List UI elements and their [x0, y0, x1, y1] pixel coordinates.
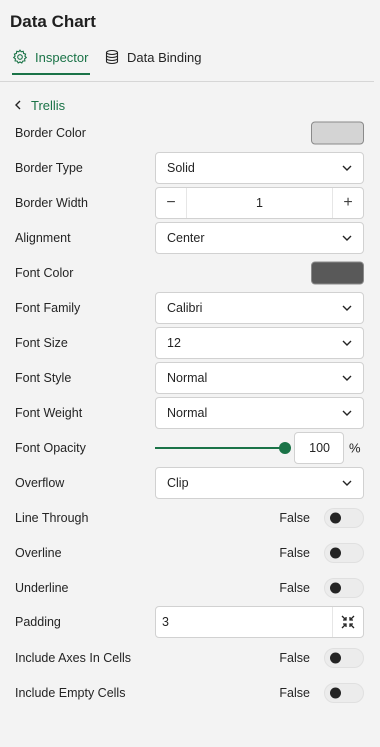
include-axes-in-cells-label: Include Axes In Cells — [15, 651, 132, 665]
panel-title: Data Chart — [10, 12, 96, 31]
underline-label: Underline — [15, 581, 69, 595]
font-opacity-label: Font Opacity — [15, 441, 86, 455]
border-width-input[interactable]: 1 — [187, 188, 332, 218]
font-size-value: 12 — [167, 336, 181, 350]
font-family-select[interactable]: Calibri — [155, 292, 364, 324]
include-empty-cells-state: False — [279, 686, 310, 700]
underline-state: False — [279, 581, 310, 595]
padding-value: 3 — [162, 615, 169, 629]
chevron-down-icon — [342, 480, 352, 486]
line-through-state: False — [279, 511, 310, 525]
include-axes-in-cells-toggle[interactable] — [324, 648, 364, 668]
font-style-select[interactable]: Normal — [155, 362, 364, 394]
row-border-type: Border Type Solid — [0, 152, 374, 184]
tab-inspector[interactable]: Inspector — [12, 40, 90, 75]
chevron-down-icon — [342, 305, 352, 311]
toggle-knob — [330, 547, 341, 559]
font-family-value: Calibri — [167, 301, 203, 315]
row-alignment: Alignment Center — [0, 222, 374, 254]
row-border-color: Border Color — [0, 117, 374, 149]
back-to-trellis-link[interactable]: Trellis — [14, 96, 65, 114]
row-font-opacity: Font Opacity 100 % — [0, 432, 374, 464]
tab-data-binding[interactable]: Data Binding — [104, 40, 201, 74]
font-weight-label: Font Weight — [15, 406, 83, 420]
alignment-select[interactable]: Center — [155, 222, 364, 254]
row-border-width: Border Width − 1 + — [0, 187, 374, 219]
tab-inspector-label: Inspector — [35, 49, 89, 65]
padding-collapse-button[interactable] — [332, 607, 363, 637]
chevron-down-icon — [342, 410, 352, 416]
font-weight-value: Normal — [167, 406, 208, 420]
row-include-axes-in-cells: Include Axes In Cells False — [0, 642, 374, 674]
row-overline: Overline False — [0, 537, 374, 569]
chevron-down-icon — [342, 340, 352, 346]
alignment-value: Center — [167, 231, 205, 245]
line-through-label: Line Through — [15, 511, 89, 525]
tab-data-binding-label: Data Binding — [127, 49, 202, 65]
row-overflow: Overflow Clip — [0, 467, 374, 499]
overline-state: False — [279, 546, 310, 560]
font-size-select[interactable]: 12 — [155, 327, 364, 359]
border-width-stepper: − 1 + — [155, 187, 364, 219]
font-color-label: Font Color — [15, 266, 74, 280]
tab-bar: Inspector Data Binding — [0, 40, 374, 82]
overflow-label: Overflow — [15, 476, 65, 490]
font-opacity-slider-track[interactable] — [155, 447, 286, 449]
row-font-family: Font Family Calibri — [0, 292, 374, 324]
toggle-knob — [330, 512, 341, 524]
toggle-knob — [330, 582, 341, 594]
toggle-knob — [330, 652, 341, 664]
include-empty-cells-toggle[interactable] — [324, 683, 364, 703]
border-type-value: Solid — [167, 161, 195, 175]
chevron-down-icon — [342, 375, 352, 381]
chevron-down-icon — [342, 165, 352, 171]
include-empty-cells-label: Include Empty Cells — [15, 686, 126, 700]
padding-input[interactable]: 3 — [155, 606, 364, 638]
include-axes-in-cells-state: False — [279, 651, 310, 665]
row-font-style: Font Style Normal — [0, 362, 374, 394]
font-style-label: Font Style — [15, 371, 72, 385]
border-type-select[interactable]: Solid — [155, 152, 364, 184]
font-color-swatch[interactable] — [311, 261, 364, 285]
collapse-arrows-icon — [341, 615, 355, 629]
row-line-through: Line Through False — [0, 502, 374, 534]
font-opacity-input[interactable]: 100 — [294, 432, 344, 464]
row-font-color: Font Color — [0, 257, 374, 289]
border-color-label: Border Color — [15, 126, 86, 140]
underline-toggle[interactable] — [324, 578, 364, 598]
row-font-weight: Font Weight Normal — [0, 397, 374, 429]
breadcrumb-label: Trellis — [31, 97, 66, 113]
font-opacity-slider-thumb[interactable] — [279, 442, 291, 454]
row-padding: Padding 3 — [0, 606, 374, 638]
alignment-label: Alignment — [15, 231, 71, 245]
overline-toggle[interactable] — [324, 543, 364, 563]
decrement-button[interactable]: − — [156, 188, 187, 218]
toggle-knob — [330, 687, 341, 699]
font-size-label: Font Size — [15, 336, 68, 350]
chevron-left-icon — [14, 98, 22, 113]
chevron-down-icon — [342, 235, 352, 241]
row-include-empty-cells: Include Empty Cells False — [0, 677, 374, 709]
padding-label: Padding — [15, 615, 61, 629]
border-type-label: Border Type — [15, 161, 83, 175]
row-underline: Underline False — [0, 572, 374, 604]
font-family-label: Font Family — [15, 301, 81, 315]
overflow-select[interactable]: Clip — [155, 467, 364, 499]
border-color-swatch[interactable] — [311, 121, 364, 145]
gear-icon — [12, 49, 28, 65]
overline-label: Overline — [15, 546, 62, 560]
font-style-value: Normal — [167, 371, 208, 385]
row-font-size: Font Size 12 — [0, 327, 374, 359]
font-weight-select[interactable]: Normal — [155, 397, 364, 429]
database-icon — [104, 49, 120, 65]
line-through-toggle[interactable] — [324, 508, 364, 528]
percent-unit: % — [349, 440, 361, 456]
overflow-value: Clip — [167, 476, 189, 490]
increment-button[interactable]: + — [332, 188, 363, 218]
border-width-label: Border Width — [15, 196, 88, 210]
